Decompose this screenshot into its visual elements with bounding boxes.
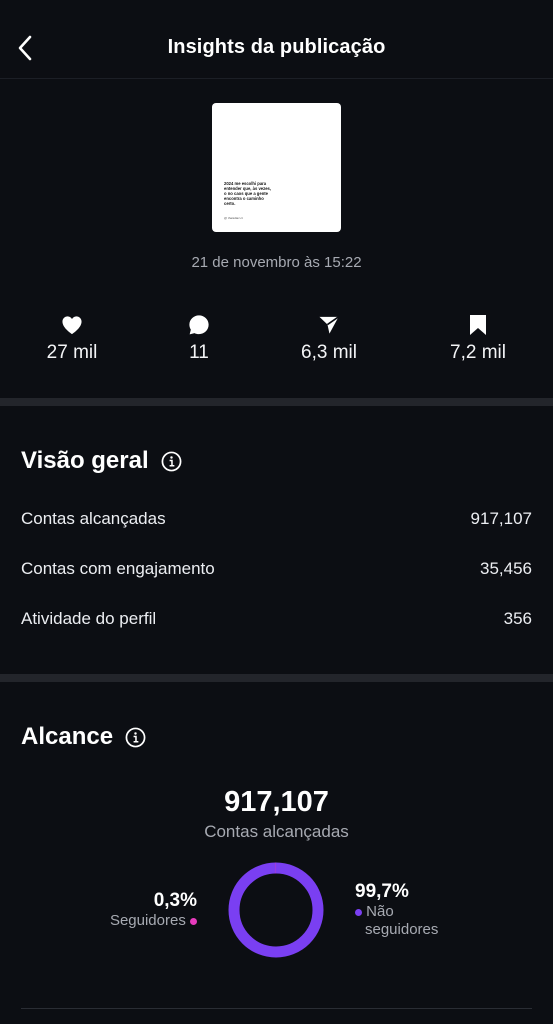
overview-info-button[interactable] (161, 451, 182, 472)
followers-legend-dot (190, 917, 197, 925)
reach-info-button[interactable] (125, 727, 146, 748)
reach-donut-chart (228, 862, 324, 958)
info-icon (161, 451, 182, 471)
post-date: 21 de novembro às 15:22 (191, 254, 362, 271)
non-followers-percentage: 99,7% (355, 881, 409, 902)
post-thumbnail[interactable]: 2024 me escolhi para entender que, às ve… (212, 103, 341, 232)
send-icon (319, 316, 340, 334)
overview-row-label: Atividade do perfil (21, 609, 157, 628)
non-followers-legend-dot (355, 908, 362, 916)
followers-percentage: 0,3% (153, 890, 197, 911)
comments-metric: 11 (144, 314, 254, 364)
non-followers-label-line1: Não (366, 903, 394, 920)
overview-row-accounts-engaged[interactable]: Contas com engajamento 35,456 (21, 559, 532, 579)
saves-count: 7,2 mil (450, 342, 506, 363)
likes-count: 27 mil (46, 342, 98, 363)
reach-total-label: Contas alcançadas (204, 822, 349, 841)
heart-icon (62, 316, 82, 335)
shares-count: 6,3 mil (301, 342, 357, 363)
saves-metric: 7,2 mil (423, 314, 533, 364)
post-thumbnail-handle: @ thaisdiaz.ct (224, 216, 243, 220)
overview-title: Visão geral (21, 447, 149, 474)
info-icon (125, 727, 146, 747)
reach-title: Alcance (21, 723, 114, 750)
overview-row-accounts-reached[interactable]: Contas alcançadas 917,107 (21, 509, 532, 529)
overview-row-value: 35,456 (480, 559, 532, 578)
post-thumbnail-text: 2024 me escolhi para entender que, às ve… (224, 181, 272, 206)
likes-metric: 27 mil (17, 314, 127, 364)
section-divider (0, 398, 553, 406)
header-bar: Insights da publicação (0, 0, 553, 79)
non-followers-label-line2: seguidores (365, 921, 439, 938)
bookmark-icon (470, 315, 486, 335)
bottom-divider (21, 1008, 532, 1009)
shares-metric: 6,3 mil (274, 314, 384, 364)
followers-stat: 0,3% Seguidores (110, 890, 197, 930)
overview-section-title: Visão geral (21, 447, 182, 475)
reach-total-value: 917,107 (224, 786, 329, 818)
overview-row-value: 356 (503, 609, 532, 628)
comment-icon (189, 315, 209, 335)
overview-row-label: Contas alcançadas (21, 509, 166, 528)
overview-row-value: 917,107 (470, 509, 532, 528)
overview-row-profile-activity[interactable]: Atividade do perfil 356 (21, 609, 532, 629)
comments-count: 11 (189, 342, 209, 363)
page-title: Insights da publicação (167, 36, 386, 58)
non-followers-ring-segment (228, 862, 324, 958)
non-followers-stat: 99,7% Não seguidores (355, 881, 438, 939)
reach-section-title: Alcance (21, 723, 146, 751)
followers-label: Seguidores (109, 912, 186, 929)
overview-row-label: Contas com engajamento (21, 559, 215, 578)
section-divider (0, 674, 553, 682)
